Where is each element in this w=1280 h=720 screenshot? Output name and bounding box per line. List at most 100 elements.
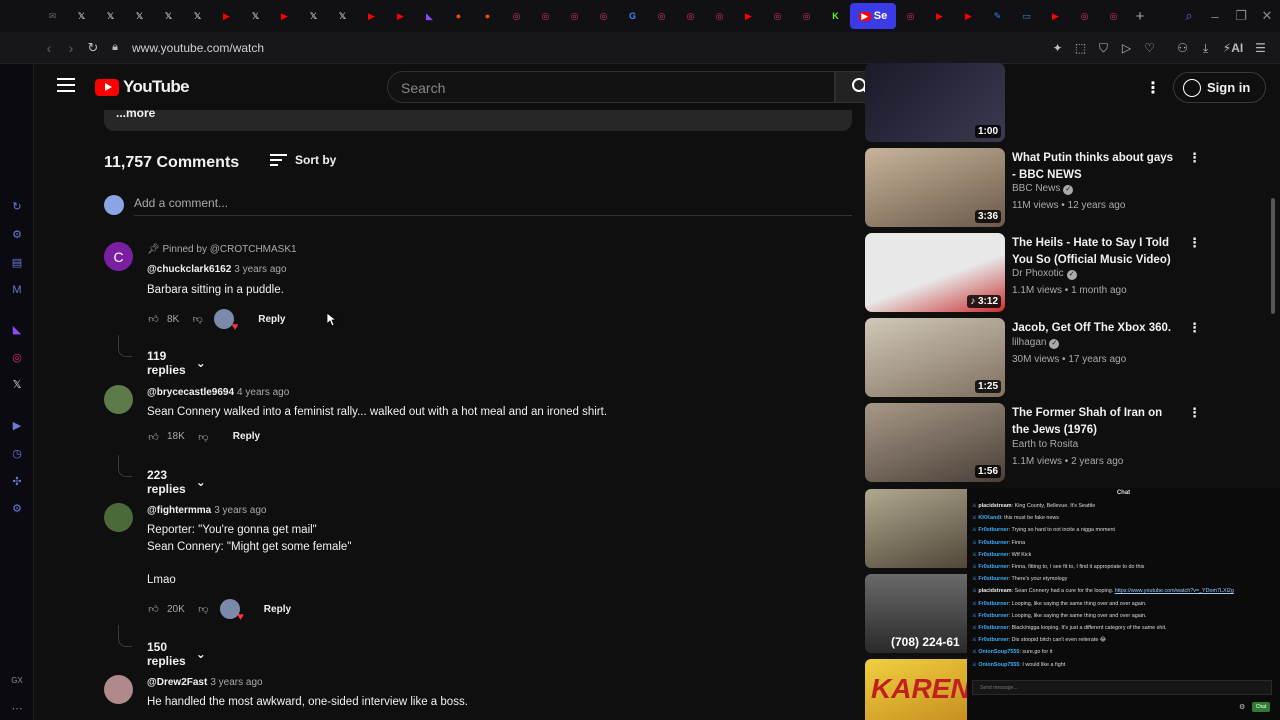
- tab[interactable]: 𝕏: [96, 3, 125, 29]
- tab[interactable]: ▶: [270, 3, 299, 29]
- tab[interactable]: ▶: [212, 3, 241, 29]
- comment-time[interactable]: 4 years ago: [237, 387, 289, 398]
- tab[interactable]: ●: [444, 3, 473, 29]
- profile-icon[interactable]: ⚇: [1171, 41, 1194, 55]
- chat-input[interactable]: Send message...: [972, 680, 1272, 695]
- chat-username[interactable]: Fr0stburner: [978, 576, 1008, 582]
- gear-icon[interactable]: ⚙: [1239, 703, 1245, 711]
- replies-toggle[interactable]: 119 replies ⌄: [147, 349, 206, 377]
- replies-toggle[interactable]: 150 replies ⌄: [147, 640, 206, 668]
- search-input[interactable]: Search: [387, 71, 835, 103]
- video-thumbnail[interactable]: (708) 224-61: [865, 574, 967, 653]
- reply-button[interactable]: Reply: [258, 314, 285, 325]
- tab[interactable]: ◎: [560, 3, 589, 29]
- description-box[interactable]: ...more: [104, 107, 852, 131]
- tab[interactable]: ▶: [386, 3, 415, 29]
- gx-cleaner-icon[interactable]: ▤: [9, 254, 25, 270]
- tab[interactable]: G: [618, 3, 647, 29]
- search-tabs-icon[interactable]: ⌕: [1176, 3, 1202, 29]
- chat-username[interactable]: placidstream: [978, 588, 1011, 594]
- lock-icon[interactable]: 🔒︎: [104, 41, 126, 54]
- pin-icon[interactable]: ✦: [1046, 41, 1069, 55]
- player-sidebar-icon[interactable]: ▶: [9, 417, 25, 433]
- video-thumbnail[interactable]: 1:56: [865, 403, 1005, 482]
- video-menu-icon[interactable]: ⋮: [1188, 320, 1201, 336]
- tab[interactable]: ◎: [896, 3, 925, 29]
- reload-button[interactable]: ↻: [82, 40, 104, 56]
- back-button[interactable]: ‹: [38, 40, 60, 56]
- reply-button[interactable]: Reply: [233, 431, 260, 442]
- tab[interactable]: 𝕏: [125, 3, 154, 29]
- chat-username[interactable]: KKKandi: [978, 515, 1001, 521]
- tab[interactable]: ▶: [734, 3, 763, 29]
- reply-button[interactable]: Reply: [264, 604, 291, 615]
- x-sidebar-icon[interactable]: 𝕏: [9, 376, 25, 392]
- video-thumbnail[interactable]: [865, 489, 967, 568]
- related-video[interactable]: 1:00: [865, 63, 1195, 142]
- tab[interactable]: 𝕏: [328, 3, 357, 29]
- twitch-sidebar-icon[interactable]: ◣: [9, 321, 25, 337]
- dislike-icon[interactable]: 👎︎: [197, 430, 210, 443]
- tab[interactable]: ◎: [531, 3, 560, 29]
- related-video[interactable]: ♪ 3:12 The Heils - Hate to Say I Told Yo…: [865, 233, 1201, 313]
- ai-button[interactable]: ⚡︎AI: [1217, 41, 1249, 55]
- menu-icon[interactable]: ☰: [1249, 41, 1272, 55]
- replies-toggle[interactable]: 223 replies ⌄: [147, 468, 206, 496]
- chat-username[interactable]: Fr0stburner: [978, 601, 1008, 607]
- related-video[interactable]: 1:25 Jacob, Get Off The Xbox 360. lilhag…: [865, 318, 1201, 398]
- maximize-button[interactable]: ❐: [1228, 3, 1254, 29]
- like-icon[interactable]: 👍︎: [147, 603, 160, 616]
- chat-username[interactable]: OnionSoup7555: [978, 662, 1019, 668]
- tab[interactable]: ✉: [38, 3, 67, 29]
- tab[interactable]: ▶: [954, 3, 983, 29]
- chat-link[interactable]: https://www.youtube.com/watch?v=_YDom7LX…: [1115, 588, 1234, 594]
- tab[interactable]: 𝕏: [299, 3, 328, 29]
- related-video[interactable]: 3:36 What Putin thinks about gays - BBC …: [865, 148, 1201, 228]
- tab[interactable]: ◎: [1099, 3, 1128, 29]
- comment-time[interactable]: 3 years ago: [210, 677, 262, 688]
- comment-author[interactable]: @chuckclark6162: [147, 264, 231, 275]
- tab[interactable]: ✎: [983, 3, 1012, 29]
- player-icon[interactable]: ▷: [1115, 41, 1138, 55]
- video-thumbnail[interactable]: 3:36: [865, 148, 1005, 227]
- dislike-icon[interactable]: 👎︎: [191, 313, 204, 326]
- add-comment-input[interactable]: Add a comment...: [134, 196, 852, 216]
- video-menu-icon[interactable]: ⋮: [1188, 405, 1201, 421]
- dislike-icon[interactable]: 👎︎: [197, 603, 210, 616]
- video-title[interactable]: What Putin thinks about gays - BBC NEWS: [1012, 150, 1177, 183]
- video-thumbnail[interactable]: ♪ 3:12: [865, 233, 1005, 312]
- chat-username[interactable]: Fr0stburner: [978, 552, 1008, 558]
- related-video[interactable]: 1:56 The Former Shah of Iran on the Jews…: [865, 403, 1201, 483]
- channel-name[interactable]: lilhagan ✓: [1012, 337, 1060, 349]
- video-title[interactable]: The Former Shah of Iran on the Jews (197…: [1012, 405, 1177, 438]
- youtube-logo[interactable]: YouTube: [95, 77, 190, 97]
- tab[interactable]: ◎: [589, 3, 618, 29]
- video-menu-icon[interactable]: ⋮: [1188, 150, 1201, 166]
- channel-name[interactable]: Dr Phoxotic ✓: [1012, 268, 1077, 280]
- chat-username[interactable]: Fr0stburner: [978, 564, 1008, 570]
- comment-author[interactable]: @Drew2Fast: [147, 677, 207, 688]
- hamburger-menu-icon[interactable]: [57, 78, 75, 92]
- settings-sidebar-icon[interactable]: ⚙: [9, 500, 25, 516]
- tab[interactable]: ◎: [705, 3, 734, 29]
- sort-by-button[interactable]: Sort by: [270, 153, 336, 167]
- tab[interactable]: ◎: [763, 3, 792, 29]
- tab-active[interactable]: ▶ Se: [850, 3, 896, 29]
- tab[interactable]: 𝕏: [154, 3, 183, 29]
- tab[interactable]: K: [821, 3, 850, 29]
- download-icon[interactable]: ⤓: [1194, 41, 1217, 56]
- video-thumbnail[interactable]: 1:25: [865, 318, 1005, 397]
- comment-time[interactable]: 3 years ago: [214, 505, 266, 516]
- comment-author[interactable]: @fightermma: [147, 505, 211, 516]
- tab[interactable]: ◎: [502, 3, 531, 29]
- snapshot-icon[interactable]: ⬚: [1069, 41, 1092, 55]
- extensions-sidebar-icon[interactable]: ✣: [9, 473, 25, 489]
- chat-send-button[interactable]: Chat: [1252, 702, 1270, 712]
- chat-username[interactable]: Fr0stburner: [978, 527, 1008, 533]
- tab[interactable]: ◣: [415, 3, 444, 29]
- chat-username[interactable]: placidstream: [978, 503, 1011, 509]
- shield-icon[interactable]: ⛉: [1092, 41, 1115, 56]
- tab[interactable]: ▶: [357, 3, 386, 29]
- heart-icon[interactable]: ♡: [1138, 41, 1161, 55]
- tab[interactable]: 𝕏: [67, 3, 96, 29]
